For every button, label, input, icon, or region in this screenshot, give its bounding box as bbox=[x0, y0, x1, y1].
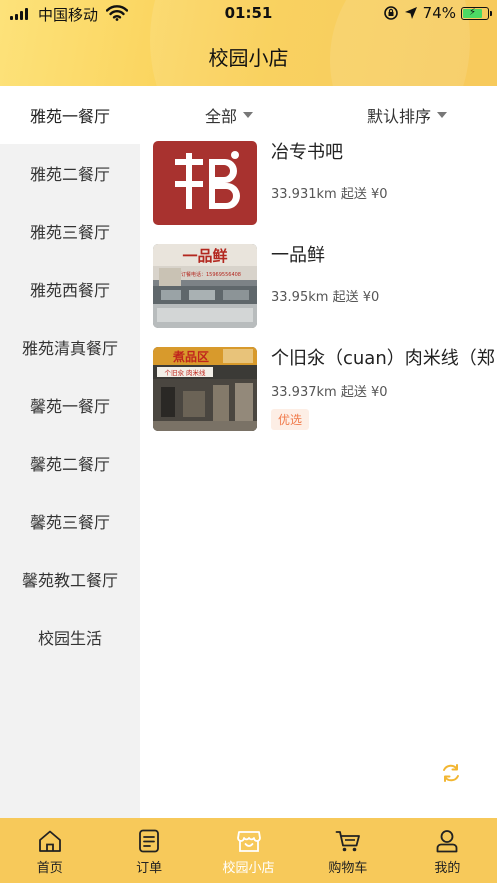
shop-thumbnail: 一品鲜 订餐电话：15969556408 bbox=[153, 244, 257, 328]
shop-meta: 33.931km 起送 ¥0 bbox=[271, 183, 388, 202]
tab-label: 购物车 bbox=[328, 861, 368, 876]
bottom-tab-bar: 首页 订单 校园小店 购物车 我的 bbox=[0, 818, 497, 883]
shop-thumbnail: 煮品区 个旧氽 肉米线 bbox=[153, 347, 257, 431]
category-sidebar: 雅苑一餐厅 雅苑二餐厅 雅苑三餐厅 雅苑西餐厅 雅苑清真餐厅 馨苑一餐厅 馨苑二… bbox=[0, 86, 140, 818]
shop-min-order: 起送 ¥0 bbox=[332, 290, 380, 305]
order-icon bbox=[139, 829, 160, 853]
header: 中国移动 01:51 74% ⚡ 校园小店 bbox=[0, 0, 497, 86]
page-title: 校园小店 bbox=[208, 46, 289, 70]
battery-percent: 74% bbox=[422, 4, 456, 22]
tab-label: 校园小店 bbox=[222, 861, 275, 876]
tab-campus-shop[interactable]: 校园小店 bbox=[199, 818, 298, 883]
status-bar: 中国移动 01:51 74% ⚡ bbox=[0, 0, 497, 28]
shop-name: 一品鲜 bbox=[271, 245, 325, 266]
filter-bar: 全部 默认排序 bbox=[140, 86, 497, 138]
tab-label: 我的 bbox=[434, 861, 461, 876]
cart-icon bbox=[335, 831, 360, 852]
shop-name: 冶专书吧 bbox=[271, 142, 343, 163]
sort-filter-label: 默认排序 bbox=[367, 107, 432, 126]
tab-cart[interactable]: 购物车 bbox=[298, 818, 397, 883]
shop-list-panel: 全部 默认排序 书 冶专书吧 33.931km 起送 ¥0 bbox=[140, 86, 497, 818]
featured-tag: 优选 bbox=[271, 409, 310, 430]
shop-distance: 33.95km bbox=[271, 290, 329, 305]
shop-thumbnail: 书 bbox=[153, 141, 257, 225]
sidebar-item-xinyuan-3[interactable]: 馨苑三餐厅 bbox=[0, 492, 140, 550]
shop-card[interactable]: 书 冶专书吧 33.931km 起送 ¥0 bbox=[140, 141, 497, 231]
svg-text:个旧氽 肉米线: 个旧氽 肉米线 bbox=[164, 368, 206, 377]
sidebar-item-campus-life[interactable]: 校园生活 bbox=[0, 608, 140, 666]
battery-icon: ⚡ bbox=[461, 6, 492, 20]
tab-label: 首页 bbox=[36, 861, 63, 876]
shop-meta: 33.937km 起送 ¥0 bbox=[271, 381, 388, 400]
shop-min-order: 起送 ¥0 bbox=[340, 385, 388, 400]
storefront-photo: 一品鲜 订餐电话：15969556408 bbox=[153, 244, 257, 328]
shop-name: 个旧氽（cuan）肉米线（郑 bbox=[271, 348, 495, 369]
shop-distance: 33.931km bbox=[271, 187, 337, 202]
sidebar-item-yayuan-1[interactable]: 雅苑一餐厅 bbox=[0, 86, 140, 144]
caret-down-icon bbox=[437, 112, 448, 118]
user-icon bbox=[436, 830, 458, 853]
sidebar-item-yayuan-west[interactable]: 雅苑西餐厅 bbox=[0, 260, 140, 318]
home-icon bbox=[38, 830, 61, 852]
refresh-icon[interactable] bbox=[440, 762, 462, 784]
shop-card[interactable]: 煮品区 个旧氽 肉米线 个旧氽（cuan）肉米线（郑 33.937km 起送 ¥… bbox=[140, 347, 497, 437]
tab-profile[interactable]: 我的 bbox=[398, 818, 497, 883]
sort-filter[interactable]: 默认排序 bbox=[367, 103, 448, 127]
tab-orders[interactable]: 订单 bbox=[99, 818, 198, 883]
sidebar-item-yayuan-halal[interactable]: 雅苑清真餐厅 bbox=[0, 318, 140, 376]
svg-text:煮品区: 煮品区 bbox=[172, 349, 209, 364]
shop-min-order: 起送 ¥0 bbox=[340, 187, 388, 202]
svg-text:一品鲜: 一品鲜 bbox=[182, 247, 227, 265]
shop-meta: 33.95km 起送 ¥0 bbox=[271, 286, 379, 305]
sidebar-item-xinyuan-staff[interactable]: 馨苑教工餐厅 bbox=[0, 550, 140, 608]
location-arrow-icon bbox=[404, 7, 417, 19]
category-filter[interactable]: 全部 bbox=[205, 103, 254, 127]
shop-icon bbox=[236, 831, 261, 852]
caret-down-icon bbox=[243, 112, 254, 118]
category-filter-label: 全部 bbox=[205, 107, 238, 126]
sidebar-item-xinyuan-2[interactable]: 馨苑二餐厅 bbox=[0, 434, 140, 492]
shop-card[interactable]: 一品鲜 订餐电话：15969556408 一品鲜 33.95km 起送 ¥0 bbox=[140, 244, 497, 334]
tab-home[interactable]: 首页 bbox=[0, 818, 99, 883]
tab-label: 订单 bbox=[136, 861, 163, 876]
svg-text:订餐电话：15969556408: 订餐电话：15969556408 bbox=[181, 271, 241, 278]
sidebar-item-yayuan-3[interactable]: 雅苑三餐厅 bbox=[0, 202, 140, 260]
rotation-lock-icon bbox=[383, 6, 398, 20]
sidebar-item-yayuan-2[interactable]: 雅苑二餐厅 bbox=[0, 144, 140, 202]
book-logo-icon: 书 bbox=[153, 141, 257, 225]
shop-distance: 33.937km bbox=[271, 385, 337, 400]
storefront-photo: 煮品区 个旧氽 肉米线 bbox=[153, 347, 257, 431]
sidebar-item-xinyuan-1[interactable]: 馨苑一餐厅 bbox=[0, 376, 140, 434]
